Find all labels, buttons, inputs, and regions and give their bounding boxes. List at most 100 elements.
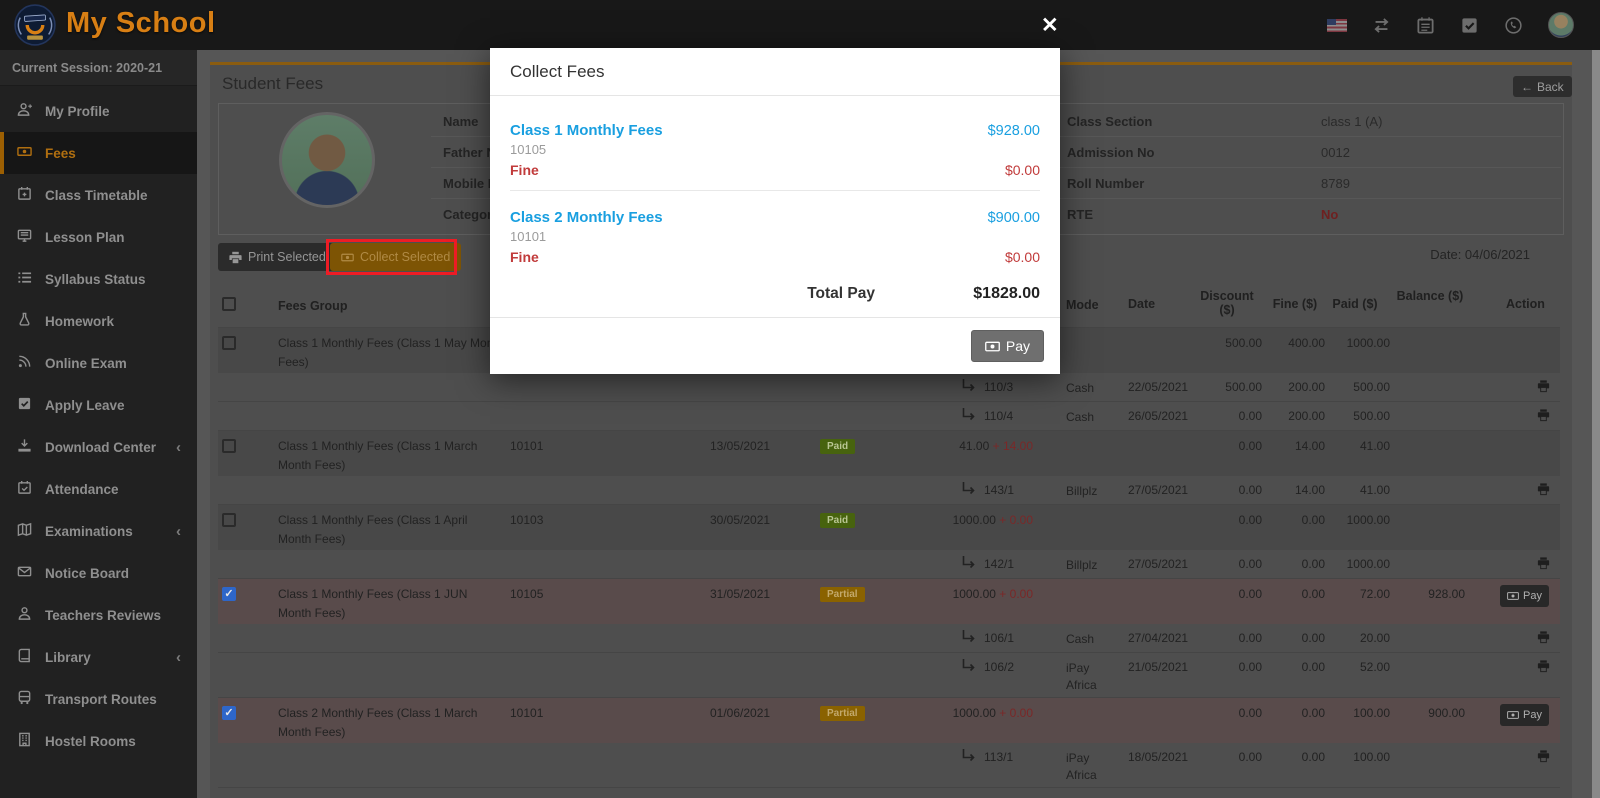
sidebar-item-teachers-reviews[interactable]: Teachers Reviews — [0, 594, 197, 636]
sub-arrow-icon — [960, 407, 976, 426]
fee-code: 10101 — [510, 439, 543, 453]
rss-icon — [17, 354, 32, 372]
print-selected-button[interactable]: Print Selected — [218, 243, 337, 271]
print-receipt-icon[interactable] — [1536, 659, 1551, 674]
sidebar-item-library[interactable]: Library‹ — [0, 636, 197, 678]
deposit-date: 27/05/2021 — [1128, 557, 1188, 571]
amount-fine-part: + 14.00 — [993, 439, 1033, 453]
row-pay-button[interactable]: Pay — [1500, 704, 1549, 726]
pay-label: Pay — [1523, 590, 1542, 602]
deposit-invoice-id: 110/4 — [984, 409, 1013, 423]
deposit-invoice-id: 110/3 — [984, 380, 1013, 394]
sidebar-item-attendance[interactable]: Attendance — [0, 468, 197, 510]
fee-amount: 1000.00 + 0.00 — [858, 587, 1033, 601]
back-arrow-icon: ← — [1521, 80, 1533, 94]
sidebar-item-label: Attendance — [45, 482, 119, 497]
deposit-date: 27/05/2021 — [1128, 483, 1188, 497]
print-receipt-icon[interactable] — [1536, 556, 1551, 571]
deposit-sub-row: 110/4Cash26/05/20210.00200.00500.00 — [218, 402, 1560, 431]
print-receipt-icon[interactable] — [1536, 749, 1551, 764]
deposit-mode: Cash — [1066, 380, 1120, 397]
calendar-icon[interactable] — [1416, 16, 1435, 35]
sidebar-item-label: My Profile — [45, 104, 110, 119]
amount-base: 41.00 — [959, 439, 989, 453]
sidebar-item-class-timetable[interactable]: Class Timetable — [0, 174, 197, 216]
deposit-discount: 0.00 — [1192, 409, 1262, 423]
header-fees-group: Fees Group — [278, 297, 504, 316]
row-checkbox[interactable]: ✓ — [222, 587, 236, 601]
print-receipt-icon[interactable] — [1536, 482, 1551, 497]
envelope-icon — [17, 564, 32, 582]
sidebar-item-hostel-rooms[interactable]: Hostel Rooms — [0, 720, 197, 762]
modal-fee-block: Class 2 Monthly Fees$900.0010101Fine$0.0… — [510, 191, 1040, 277]
deposit-discount: 0.00 — [1192, 631, 1262, 645]
deposit-fine: 14.00 — [1265, 483, 1325, 497]
modal-footer: Pay — [490, 317, 1060, 374]
list-icon — [17, 270, 32, 288]
print-receipt-icon[interactable] — [1536, 408, 1551, 423]
select-all-checkbox[interactable] — [222, 297, 236, 311]
sidebar-item-download-center[interactable]: Download Center‹ — [0, 426, 197, 468]
back-button-label: Back — [1537, 80, 1564, 94]
tasks-icon[interactable] — [1460, 16, 1479, 35]
collect-selected-button[interactable]: Collect Selected — [330, 243, 461, 271]
sidebar-item-apply-leave[interactable]: Apply Leave — [0, 384, 197, 426]
modal-pay-button[interactable]: Pay — [971, 330, 1044, 362]
fee-code: 10105 — [510, 587, 543, 601]
deposit-invoice-id: 142/1 — [984, 557, 1014, 571]
page-scrollbar[interactable] — [1592, 50, 1600, 798]
sidebar-item-label: Online Exam — [45, 356, 127, 371]
deposit-fine: 200.00 — [1265, 380, 1325, 394]
print-receipt-icon[interactable] — [1536, 630, 1551, 645]
swap-icon[interactable] — [1372, 16, 1391, 35]
info-right-label: RTE — [1067, 207, 1093, 222]
row-checkbox[interactable] — [222, 439, 236, 453]
back-button[interactable]: ← Back — [1513, 76, 1572, 97]
fee-code: 10103 — [510, 513, 543, 527]
sidebar-item-notice-board[interactable]: Notice Board — [0, 552, 197, 594]
fee-discount: 0.00 — [1192, 513, 1262, 527]
fee-discount: 500.00 — [1192, 336, 1262, 350]
deposit-sub-row: 106/1Cash27/04/20210.000.0020.00 — [218, 624, 1560, 653]
modal-fee-name[interactable]: Class 1 Monthly Fees — [510, 122, 663, 139]
modal-fee-code: 10101 — [510, 229, 1040, 244]
sidebar-item-examinations[interactable]: Examinations‹ — [0, 510, 197, 552]
fee-fine: 0.00 — [1265, 513, 1325, 527]
sidebar-item-transport-routes[interactable]: Transport Routes — [0, 678, 197, 720]
fee-balance: 928.00 — [1395, 587, 1465, 601]
row-checkbox[interactable] — [222, 513, 236, 527]
print-receipt-icon[interactable] — [1536, 379, 1551, 394]
modal-total-label: Total Pay — [807, 285, 875, 303]
printer-icon — [229, 251, 242, 264]
deposit-fine: 0.00 — [1265, 750, 1325, 764]
money-icon — [341, 251, 354, 264]
modal-fine-amount: $0.00 — [1005, 249, 1040, 265]
fee-balance: 900.00 — [1395, 706, 1465, 720]
sidebar-item-syllabus-status[interactable]: Syllabus Status — [0, 258, 197, 300]
deposit-fine: 0.00 — [1265, 660, 1325, 674]
avatar[interactable] — [1548, 12, 1574, 38]
row-pay-button[interactable]: Pay — [1500, 585, 1549, 607]
sidebar-item-fees[interactable]: Fees — [0, 132, 197, 174]
fee-paid: 1000.00 — [1320, 513, 1390, 527]
fee-row: Class 1 Monthly Fees (Class 1 March Mont… — [218, 431, 1560, 476]
page-title: Student Fees — [222, 74, 323, 94]
modal-fine-amount: $0.00 — [1005, 162, 1040, 178]
deposit-fine: 0.00 — [1265, 631, 1325, 645]
sidebar-item-my-profile[interactable]: My Profile — [0, 90, 197, 132]
row-checkbox[interactable]: ✓ — [222, 706, 236, 720]
us-flag-icon[interactable] — [1327, 19, 1347, 32]
modal-fee-name[interactable]: Class 2 Monthly Fees — [510, 209, 663, 226]
deposit-sub-row: 143/1Billplz27/05/20210.0014.0041.00 — [218, 476, 1560, 505]
bus-icon — [17, 690, 32, 708]
sidebar-item-online-exam[interactable]: Online Exam — [0, 342, 197, 384]
deposit-invoice-id: 143/1 — [984, 483, 1014, 497]
fee-paid: 41.00 — [1320, 439, 1390, 453]
sidebar-item-homework[interactable]: Homework — [0, 300, 197, 342]
sidebar-item-lesson-plan[interactable]: Lesson Plan — [0, 216, 197, 258]
deposit-date: 22/05/2021 — [1128, 380, 1188, 394]
row-checkbox[interactable] — [222, 336, 236, 350]
top-header: My School — [0, 0, 1600, 50]
modal-close-icon[interactable]: ✕ — [1041, 15, 1059, 36]
whatsapp-icon[interactable] — [1504, 16, 1523, 35]
